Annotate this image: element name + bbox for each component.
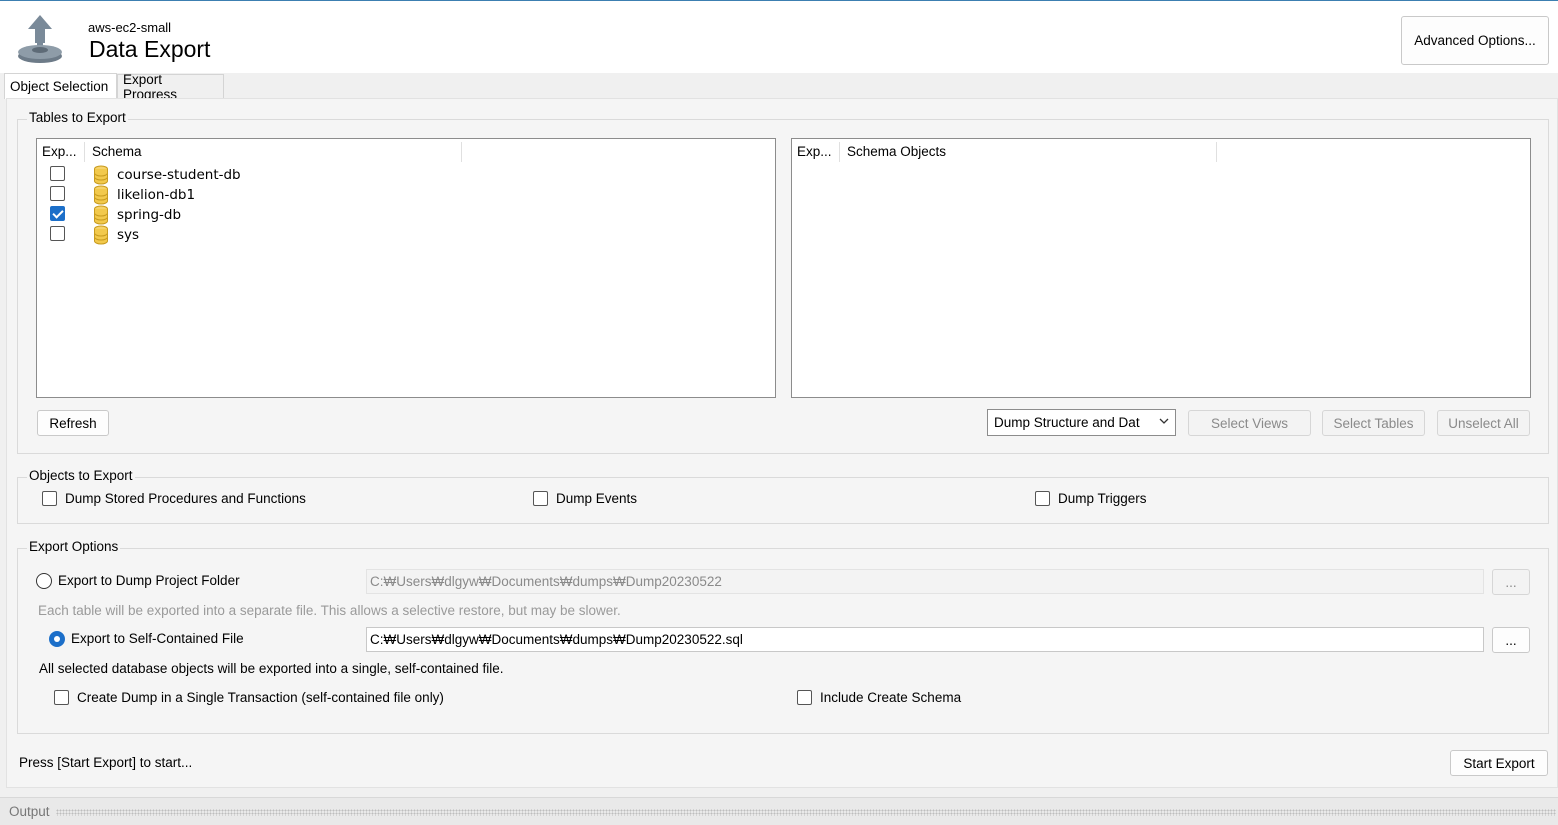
schema-row[interactable]: spring-db (37, 205, 775, 225)
browse-project-folder-button[interactable]: ... (1492, 569, 1530, 595)
objects-to-export-group: Objects to Export Dump Stored Procedures… (17, 468, 1549, 524)
schema-name: spring-db (117, 207, 182, 223)
database-icon (94, 185, 108, 205)
status-message: Press [Start Export] to start... (19, 755, 193, 770)
single-transaction-checkbox[interactable] (54, 690, 69, 705)
dump-events-option[interactable]: Dump Events (533, 491, 637, 506)
group-title: Tables to Export (27, 110, 128, 125)
select-tables-button[interactable]: Select Tables (1322, 410, 1425, 436)
column-export[interactable]: Exp... (42, 144, 77, 159)
schema-tree-header: Exp... Schema (37, 139, 775, 163)
schema-name: course-student-db (117, 167, 241, 183)
dump-events-checkbox[interactable] (533, 491, 548, 506)
dump-stored-procedures-checkbox[interactable] (42, 491, 57, 506)
dump-events-label: Dump Events (556, 491, 638, 506)
output-label: Output (9, 804, 50, 819)
export-options-group: Export Options Export to Dump Project Fo… (17, 539, 1549, 734)
dump-mode-select[interactable]: Dump Structure and Dat (987, 409, 1176, 436)
dump-triggers-checkbox[interactable] (1035, 491, 1050, 506)
object-selection-panel: Tables to Export Exp... Schema course-st… (6, 98, 1558, 788)
schema-export-checkbox[interactable] (50, 206, 65, 221)
advanced-options-button[interactable]: Advanced Options... (1401, 16, 1549, 65)
header: aws-ec2-small Data Export Advanced Optio… (0, 1, 1558, 73)
browse-self-contained-button[interactable]: ... (1492, 627, 1530, 653)
group-title: Objects to Export (27, 468, 135, 483)
project-folder-path-field[interactable]: C:₩Users₩dlgyw₩Documents₩dumps₩Dump20230… (366, 569, 1484, 594)
self-contained-hint: All selected database objects will be ex… (39, 661, 504, 676)
dump-triggers-label: Dump Triggers (1058, 491, 1147, 506)
column-export[interactable]: Exp... (797, 144, 832, 159)
database-icon (94, 165, 108, 185)
tab-export-progress[interactable]: Export Progress (117, 72, 224, 102)
connection-name: aws-ec2-small (88, 20, 172, 35)
single-transaction-option[interactable]: Create Dump in a Single Transaction (sel… (54, 690, 444, 705)
schema-row[interactable]: likelion-db1 (37, 185, 775, 205)
schema-export-checkbox[interactable] (50, 226, 65, 241)
include-create-schema-label: Include Create Schema (820, 690, 962, 705)
export-to-self-contained-label: Export to Self-Contained File (71, 631, 244, 646)
chevron-down-icon (1159, 418, 1169, 424)
single-transaction-label: Create Dump in a Single Transaction (sel… (77, 690, 444, 705)
schema-objects-tree-header: Exp... Schema Objects (792, 139, 1530, 163)
schema-export-checkbox[interactable] (50, 166, 65, 181)
group-title: Export Options (27, 539, 121, 554)
page-title: Data Export (89, 36, 211, 62)
select-views-button[interactable]: Select Views (1188, 410, 1311, 436)
dump-stored-procedures-option[interactable]: Dump Stored Procedures and Functions (42, 491, 306, 506)
tab-bar: Object Selection Export Progress (0, 72, 1558, 102)
export-to-self-contained-radio[interactable] (49, 631, 65, 647)
output-panel-bar[interactable]: Output (0, 797, 1558, 825)
database-icon (94, 205, 108, 225)
schema-name: sys (117, 227, 140, 243)
export-to-project-folder-label: Export to Dump Project Folder (58, 573, 240, 588)
export-to-project-folder-radio[interactable] (36, 573, 52, 589)
data-export-icon (18, 15, 62, 63)
schema-export-checkbox[interactable] (50, 186, 65, 201)
schema-objects-tree[interactable]: Exp... Schema Objects (791, 138, 1531, 398)
column-schema[interactable]: Schema (92, 144, 142, 159)
start-export-button[interactable]: Start Export (1450, 750, 1548, 776)
dump-triggers-option[interactable]: Dump Triggers (1035, 491, 1147, 506)
project-folder-hint: Each table will be exported into a separ… (38, 603, 621, 618)
output-drag-handle[interactable] (56, 809, 1556, 816)
database-icon (94, 225, 108, 245)
unselect-all-button[interactable]: Unselect All (1437, 410, 1530, 436)
tab-object-selection[interactable]: Object Selection (4, 73, 117, 99)
schema-row[interactable]: course-student-db (37, 165, 775, 185)
column-schema-objects[interactable]: Schema Objects (847, 144, 946, 159)
self-contained-path-field[interactable]: C:₩Users₩dlgyw₩Documents₩dumps₩Dump20230… (366, 627, 1484, 652)
schema-row[interactable]: sys (37, 225, 775, 245)
include-create-schema-option[interactable]: Include Create Schema (797, 690, 961, 705)
tables-to-export-group: Tables to Export Exp... Schema course-st… (17, 110, 1549, 454)
schema-tree[interactable]: Exp... Schema course-student-db likelion… (36, 138, 776, 398)
include-create-schema-checkbox[interactable] (797, 690, 812, 705)
dump-stored-procedures-label: Dump Stored Procedures and Functions (65, 491, 306, 506)
refresh-button[interactable]: Refresh (37, 410, 109, 436)
dump-mode-value: Dump Structure and Dat (994, 415, 1140, 430)
schema-name: likelion-db1 (117, 187, 196, 203)
